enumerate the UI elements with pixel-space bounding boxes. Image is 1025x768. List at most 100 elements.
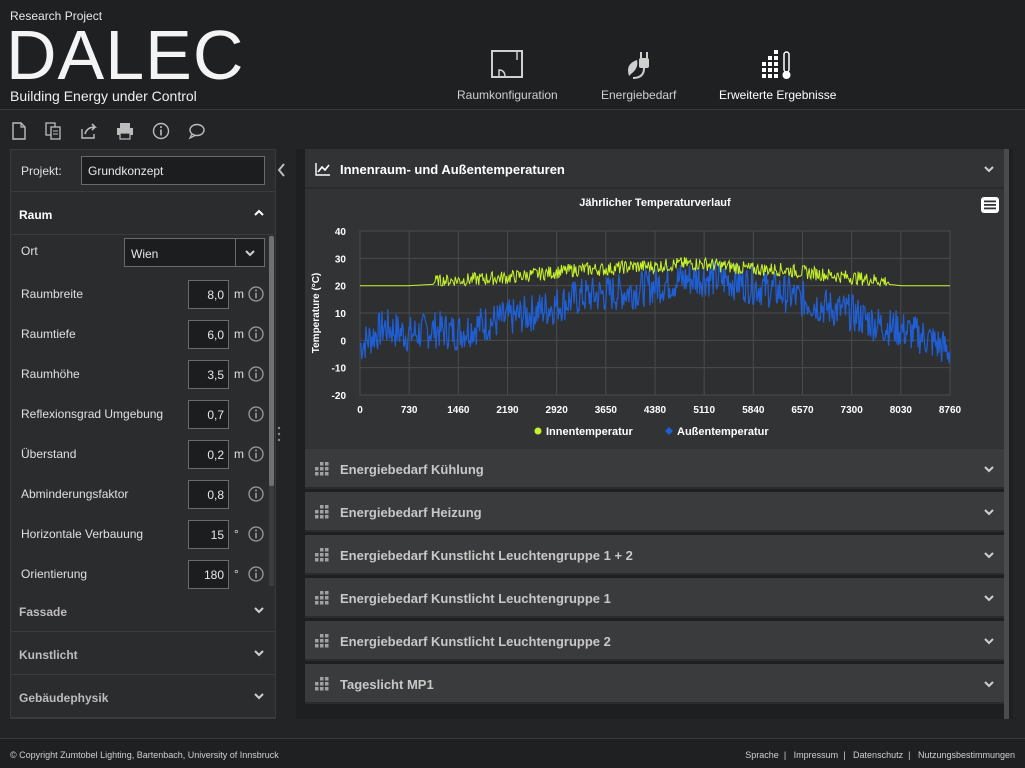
share-icon[interactable]	[80, 122, 98, 140]
param-input[interactable]	[188, 360, 229, 389]
nav-energiebedarf[interactable]: Energiebedarf	[601, 48, 676, 102]
param-input[interactable]	[188, 560, 229, 589]
param-input[interactable]	[188, 280, 229, 309]
accordion-temperatures[interactable]: Innenraum- und Außentemperaturen	[305, 149, 1005, 189]
y-tick-label: 30	[335, 254, 347, 265]
param-label: Überstand	[21, 447, 77, 461]
accordion-item[interactable]: Energiebedarf Kunstlicht Leuchtengruppe …	[305, 621, 1005, 661]
param-unit: °	[234, 527, 239, 541]
x-tick-label: 7300	[841, 405, 864, 416]
accordion-item[interactable]: Energiebedarf Kunstlicht Leuchtengruppe …	[305, 578, 1005, 618]
section-label: Raum	[19, 208, 53, 222]
param-row: Überstand m	[11, 440, 269, 480]
param-label: Orientierung	[21, 567, 88, 581]
grid-chart-icon	[315, 677, 329, 691]
chevron-down-icon	[984, 552, 994, 559]
y-axis-label: Temperature (°C)	[311, 273, 322, 354]
accordion-label: Energiebedarf Kunstlicht Leuchtengruppe …	[340, 634, 611, 649]
y-tick-label: 40	[335, 227, 347, 238]
info-icon[interactable]	[248, 326, 264, 342]
grid-chart-icon	[315, 462, 329, 476]
info-icon[interactable]	[248, 366, 264, 382]
project-row: Projekt:	[11, 150, 275, 192]
legend-label-innentemperatur[interactable]: Innentemperatur	[546, 426, 634, 438]
link-nutzungsbestimmungen[interactable]: Nutzungsbestimmungen	[918, 750, 1015, 760]
param-input[interactable]	[188, 480, 229, 509]
x-tick-label: 3650	[595, 405, 618, 416]
y-tick-label: 20	[335, 282, 347, 293]
section-kunstlicht[interactable]: Kunstlicht	[11, 633, 275, 675]
ort-value: Wien	[131, 247, 159, 261]
left-scrollbar[interactable]	[269, 236, 274, 586]
param-input[interactable]	[188, 320, 229, 349]
ort-label: Ort	[21, 244, 38, 258]
section-fassade[interactable]: Fassade	[11, 590, 275, 632]
y-tick-label: -10	[332, 364, 347, 375]
accordion-item[interactable]: Energiebedarf Kühlung	[305, 449, 1005, 489]
tagline: Building Energy under Control	[10, 88, 197, 104]
chevron-down-icon	[984, 509, 994, 516]
param-input[interactable]	[188, 440, 229, 469]
nav-label: Energiebedarf	[601, 88, 677, 102]
legend-label-aussentemperatur[interactable]: Außentemperatur	[677, 426, 769, 438]
param-input[interactable]	[188, 400, 229, 429]
accordion-item[interactable]: Tageslicht MP1	[305, 664, 1005, 704]
chart-canvas: 40 30 20 10 0 -10 -20 0 730 1460 2190 2920 3650 4380 5…	[311, 227, 962, 438]
link-impressum[interactable]: Impressum	[794, 750, 839, 760]
splitter-handle-icon[interactable]	[277, 425, 281, 443]
param-label: Raumbreite	[21, 287, 84, 301]
collapse-panel-icon[interactable]	[277, 163, 285, 177]
room-icon	[491, 50, 524, 78]
nav-erweiterte-ergebnisse[interactable]: Erweiterte Ergebnisse	[719, 48, 836, 102]
nav-label: Erweiterte Ergebnisse	[719, 88, 837, 102]
nav-raumkonfiguration[interactable]: Raumkonfiguration	[457, 48, 558, 102]
ort-dropdown-button[interactable]	[235, 239, 264, 266]
accordion-item[interactable]: Energiebedarf Heizung	[305, 492, 1005, 532]
param-label: Raumtiefe	[21, 327, 76, 341]
accordion-label: Innenraum- und Außentemperaturen	[340, 162, 565, 177]
x-tick-label: 4380	[644, 405, 667, 416]
grid-chart-icon	[315, 505, 329, 519]
info-icon[interactable]	[152, 122, 170, 140]
x-tick-label: 730	[401, 405, 418, 416]
chat-icon[interactable]	[188, 122, 206, 140]
param-unit: m	[234, 287, 244, 301]
app-window: Research Project DALEC Building Energy u…	[0, 0, 1025, 768]
logo: DALEC	[6, 16, 245, 94]
new-document-icon[interactable]	[10, 122, 28, 140]
info-icon[interactable]	[248, 526, 264, 542]
param-input[interactable]	[188, 520, 229, 549]
right-scrollbar[interactable]	[1004, 149, 1009, 719]
info-icon[interactable]	[248, 486, 264, 502]
x-tick-label: 5110	[693, 405, 715, 416]
grid-chart-icon	[315, 634, 329, 648]
chevron-down-icon	[984, 166, 994, 173]
accordion-label: Energiebedarf Kunstlicht Leuchtengruppe …	[340, 548, 633, 563]
copy-document-icon[interactable]	[44, 122, 62, 140]
x-tick-label: 8030	[890, 405, 913, 416]
footer: © Copyright Zumtobel Lighting, Bartenbac…	[0, 738, 1025, 768]
info-icon[interactable]	[248, 406, 264, 422]
accordion-item[interactable]: Energiebedarf Kunstlicht Leuchtengruppe …	[305, 535, 1005, 575]
link-sprache[interactable]: Sprache	[745, 750, 779, 760]
param-row: Raumtiefe m	[11, 320, 269, 360]
section-label: Kunstlicht	[19, 648, 78, 662]
section-gebudephysik[interactable]: Gebäudephysik	[11, 676, 275, 718]
chevron-down-icon	[984, 681, 994, 688]
section-label: Gebäudephysik	[19, 691, 109, 705]
info-icon[interactable]	[248, 566, 264, 582]
info-icon[interactable]	[248, 286, 264, 302]
section-raum[interactable]: Raum	[11, 193, 275, 235]
param-row: Horizontale Verbauung °	[11, 520, 269, 560]
link-datenschutz[interactable]: Datenschutz	[853, 750, 903, 760]
left-scrollbar-thumb[interactable]	[269, 236, 274, 486]
param-label: Abminderungsfaktor	[21, 487, 129, 501]
print-icon[interactable]	[116, 122, 134, 140]
energy-plug-icon	[627, 52, 649, 79]
param-unit: m	[234, 447, 244, 461]
x-tick-label: 2190	[496, 405, 519, 416]
ort-select[interactable]: Wien	[124, 238, 265, 267]
x-tick-label: 8760	[939, 405, 962, 416]
info-icon[interactable]	[248, 446, 264, 462]
project-input[interactable]	[81, 156, 265, 185]
